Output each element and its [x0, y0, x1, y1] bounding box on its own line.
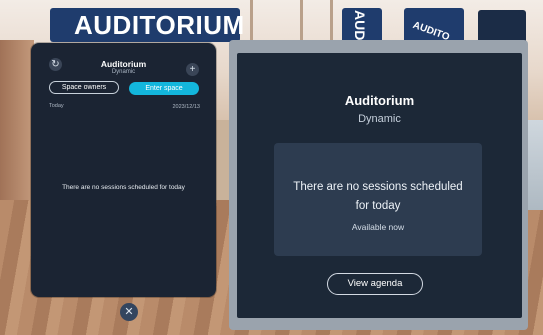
display-screen: Auditorium Dynamic There are no sessions…: [237, 53, 522, 318]
day-label: Today: [49, 103, 64, 109]
banner-text: AUDITORIUM: [74, 10, 245, 40]
session-panel: ↻ Auditorium Dynamic + Space owners Ente…: [31, 43, 216, 297]
availability-status: Available now: [351, 222, 405, 232]
enter-space-button[interactable]: Enter space: [129, 82, 199, 95]
add-icon[interactable]: +: [186, 63, 199, 76]
auditorium-banner: AUDITORIUM: [50, 8, 244, 42]
view-agenda-button[interactable]: View agenda: [327, 273, 423, 295]
screen-title: Auditorium: [344, 93, 415, 108]
message-box: There are no sessions scheduled for today…: [274, 143, 482, 256]
dark-banner: [478, 10, 526, 44]
empty-sessions-message: There are no sessions scheduled for toda…: [62, 184, 185, 191]
window: [526, 120, 543, 210]
close-icon[interactable]: ✕: [120, 303, 138, 321]
space-owners-button[interactable]: Space owners: [49, 81, 119, 94]
no-sessions-message: There are no sessions scheduled for today: [293, 181, 463, 212]
date-label: 2023/12/13: [172, 104, 200, 110]
screen-subtitle: Dynamic: [358, 113, 401, 125]
